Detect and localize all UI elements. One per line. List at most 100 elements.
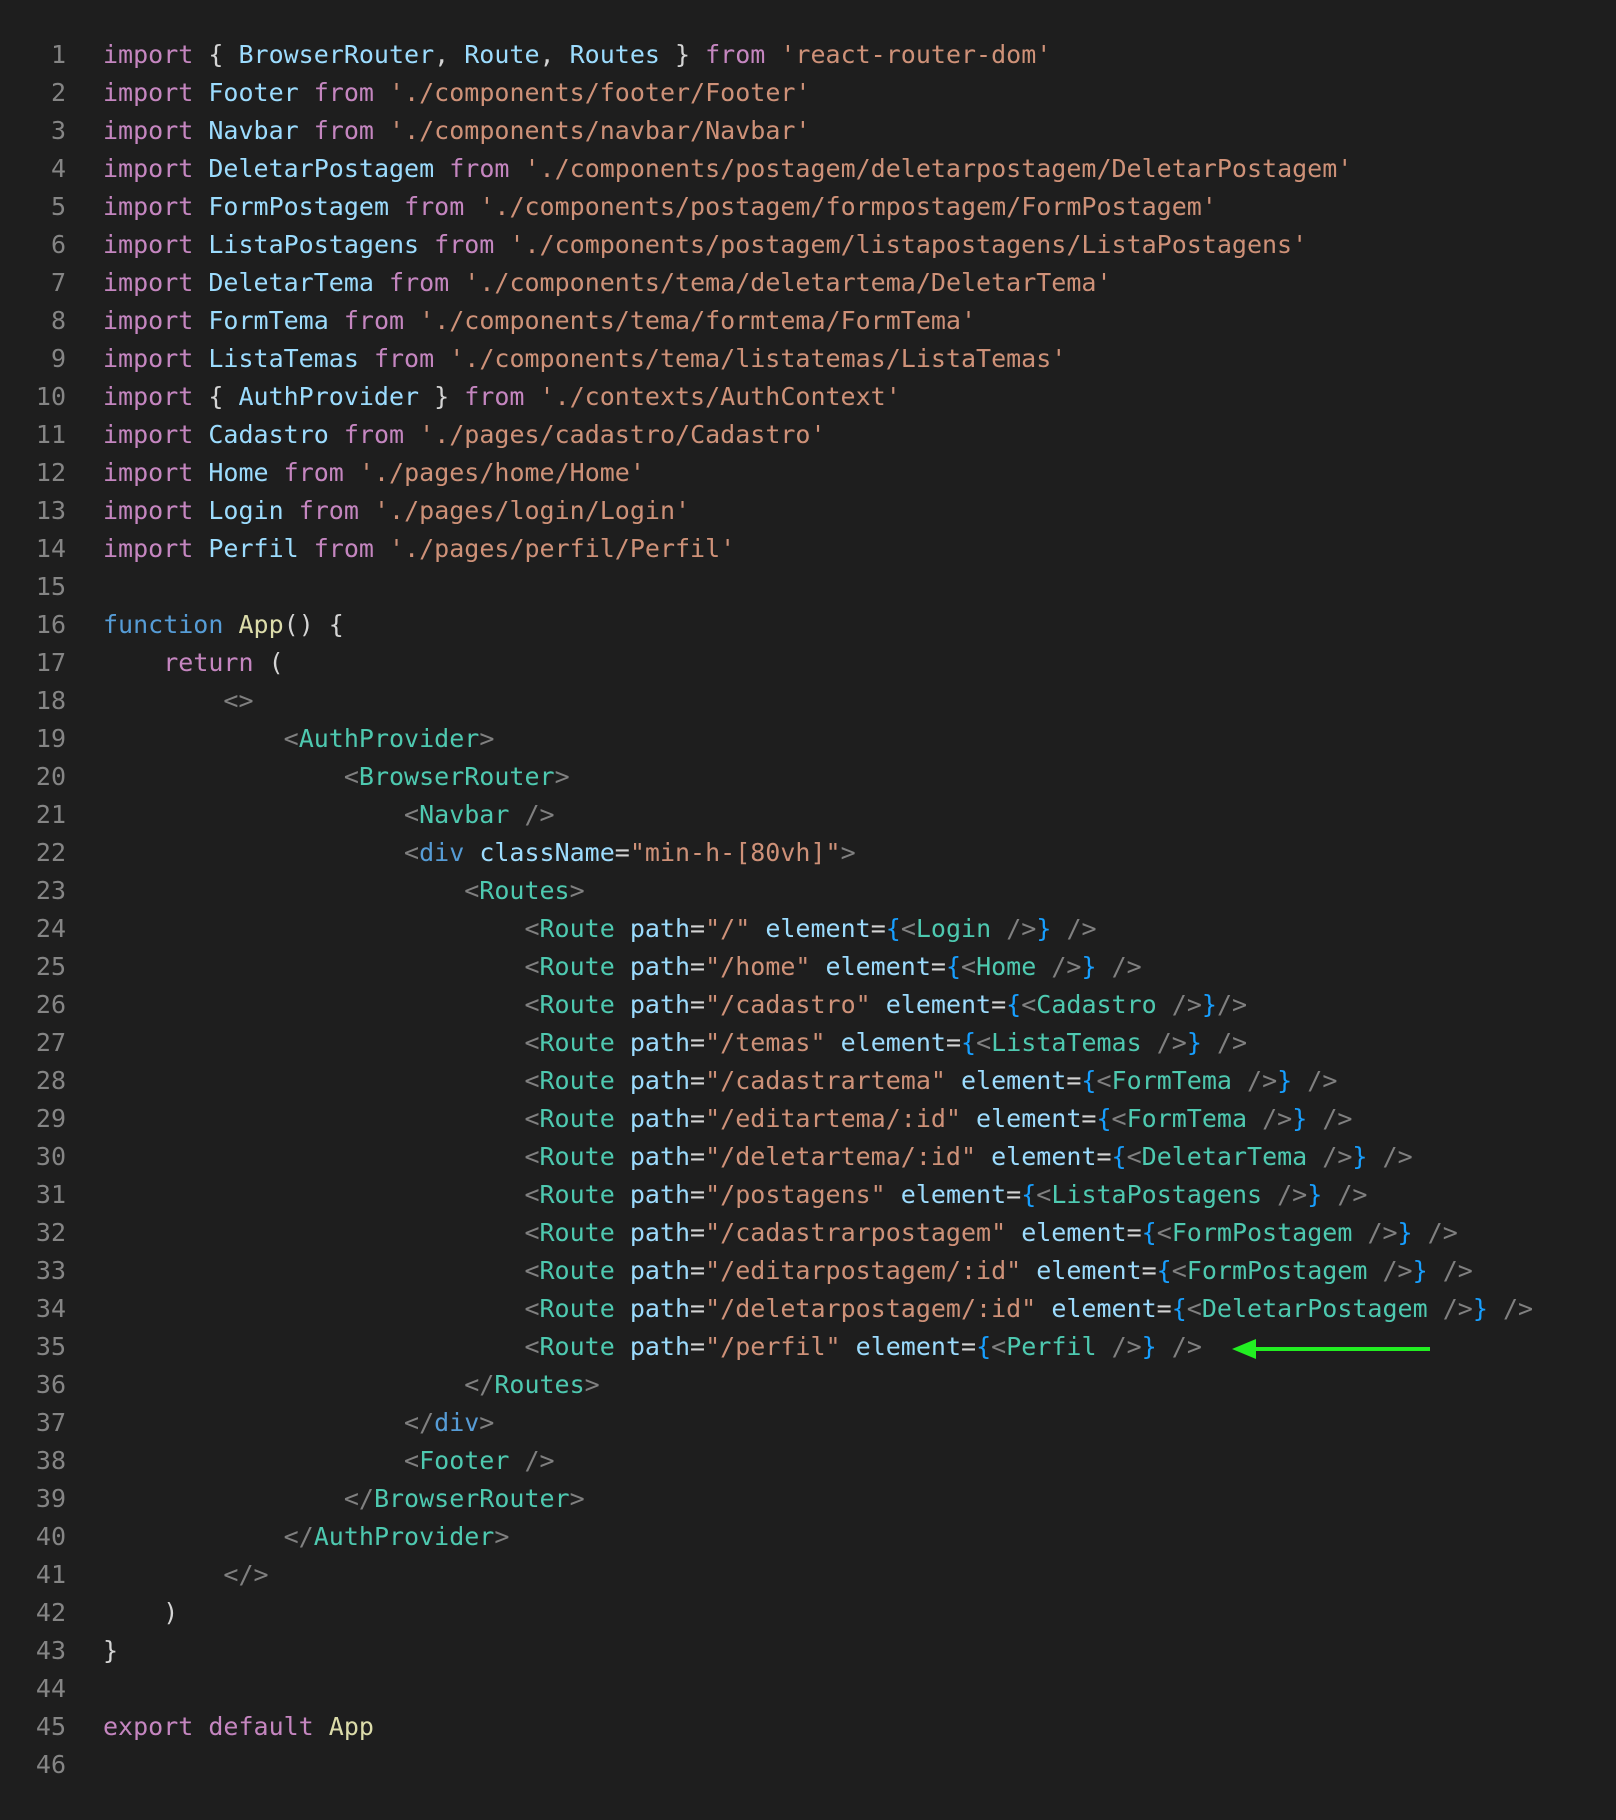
code-line[interactable]: 32 <Route path="/cadastrarpostagem" elem… [0,1214,1616,1252]
code-token: < [524,952,540,981]
code-line[interactable]: 8 import FormTema from './components/tema… [0,302,1616,340]
code-token: > [494,1522,510,1551]
code-line[interactable]: 29 <Route path="/editartema/:id" element… [0,1100,1616,1138]
code-line[interactable]: 33 <Route path="/editarpostagem/:id" ele… [0,1252,1616,1290]
code-line[interactable]: 3 import Navbar from './components/navbar… [0,112,1616,150]
code-line[interactable]: 22 <div className="min-h-[80vh]"> [0,834,1616,872]
code-line[interactable]: 27 <Route path="/temas" element={<ListaT… [0,1024,1616,1062]
code-line[interactable]: 14 import Perfil from './pages/perfil/Per… [0,530,1616,568]
code-line[interactable]: 15 [0,568,1616,606]
code-token: AuthProvider [298,724,480,753]
code-line[interactable]: 17 return ( [0,644,1616,682]
code-text: <Navbar /> [103,796,555,834]
code-token: FormTema [208,306,329,335]
code-token: from [373,344,435,373]
code-token: = [690,1256,706,1285]
code-token: { [1156,1256,1172,1285]
code-token: { [193,40,239,69]
code-token: import [103,344,194,373]
code-line[interactable]: 5 import FormPostagem from './components/… [0,188,1616,226]
code-token: , [539,40,570,69]
code-token: </ [404,1408,435,1437]
line-number: 8 [50,306,66,335]
code-token: /> [1307,1066,1338,1095]
code-text: import Login from './pages/login/Login' [103,492,690,530]
code-line[interactable]: 30 <Route path="/deletartema/:id" elemen… [0,1138,1616,1176]
code-line[interactable]: 36 </Routes> [0,1366,1616,1404]
code-line[interactable]: 44 [0,1670,1616,1708]
code-token: /> [1262,1104,1293,1133]
code-line[interactable]: 7 import DeletarTema from './components/t… [0,264,1616,302]
code-token: Route [464,40,540,69]
code-token: BrowserRouter [238,40,435,69]
code-line[interactable]: 13 import Login from './pages/login/Login… [0,492,1616,530]
code-token: < [524,1332,540,1361]
code-text: import Footer from './components/footer/… [103,74,810,112]
code-line[interactable]: 45 export default App [0,1708,1616,1746]
line-number: 23 [35,876,66,905]
code-token: = [1006,1180,1022,1209]
code-token: './components/footer/Footer' [389,78,811,107]
code-line[interactable]: 16 function App() { [0,606,1616,644]
code-line[interactable]: 21 <Navbar /> [0,796,1616,834]
code-line[interactable]: 38 <Footer /> [0,1442,1616,1480]
code-line[interactable]: 39 </BrowserRouter> [0,1480,1616,1518]
code-line[interactable]: 42 ) [0,1594,1616,1632]
code-line[interactable]: 11 import Cadastro from './pages/cadastro… [0,416,1616,454]
code-token: } [1352,1142,1368,1171]
code-text: </AuthProvider> [103,1518,510,1556]
code-token: /> [1111,1332,1142,1361]
code-line[interactable]: 43} [0,1632,1616,1670]
code-line[interactable]: 9 import ListaTemas from './components/te… [0,340,1616,378]
code-token: = [945,1028,962,1057]
code-token: './components/tema/listatemas/ListaTemas… [449,344,1067,373]
code-token: element [1036,1256,1142,1285]
code-token: /> [1382,1256,1413,1285]
code-lines: 1 import { BrowserRouter, Route, Routes }… [0,36,1616,1784]
code-token: from [313,78,374,107]
code-line[interactable]: 46 [0,1746,1616,1784]
code-line[interactable]: 19 <AuthProvider> [0,720,1616,758]
code-token: "/deletarpostagem/:id" [705,1294,1037,1323]
code-line[interactable]: 25 <Route path="/home" element={<Home />… [0,948,1616,986]
line-number: 40 [35,1522,66,1551]
code-line[interactable]: 41 </> [0,1556,1616,1594]
code-line[interactable]: 34 <Route path="/deletarpostagem/:id" el… [0,1290,1616,1328]
code-token: < [1111,1104,1127,1133]
code-line[interactable]: 4 import DeletarPostagem from './componen… [0,150,1616,188]
line-number: 9 [50,344,66,373]
code-editor[interactable]: 1 import { BrowserRouter, Route, Routes }… [0,0,1616,1820]
code-token: < [991,1332,1007,1361]
line-number: 10 [35,382,66,411]
code-line[interactable]: 31 <Route path="/postagens" element={<Li… [0,1176,1616,1214]
code-line[interactable]: 37 </div> [0,1404,1616,1442]
code-line[interactable]: 18 <> [0,682,1616,720]
code-line[interactable]: 24 <Route path="/" element={<Login />} /… [0,910,1616,948]
code-token: import [103,458,194,487]
code-line[interactable]: 10 import { AuthProvider } from './contex… [0,378,1616,416]
code-text: <Route path="/cadastro" element={<Cadast… [103,986,1247,1024]
code-token: < [976,1028,992,1057]
code-token: path [629,1142,691,1171]
line-number: 45 [35,1712,66,1741]
code-line[interactable]: 28 <Route path="/cadastrartema" element=… [0,1062,1616,1100]
code-line[interactable]: 6 import ListaPostagens from './component… [0,226,1616,264]
code-line[interactable]: 12 import Home from './pages/home/Home' [0,454,1616,492]
code-line[interactable]: 2 import Footer from './components/footer… [0,74,1616,112]
code-text: import FormPostagem from './components/p… [103,188,1217,226]
code-line[interactable]: 1 import { BrowserRouter, Route, Routes }… [0,36,1616,74]
code-line[interactable]: 26 <Route path="/cadastro" element={<Cad… [0,986,1616,1024]
code-line[interactable]: 20 <BrowserRouter> [0,758,1616,796]
code-line[interactable]: 23 <Routes> [0,872,1616,910]
code-line[interactable]: 40 </AuthProvider> [0,1518,1616,1556]
